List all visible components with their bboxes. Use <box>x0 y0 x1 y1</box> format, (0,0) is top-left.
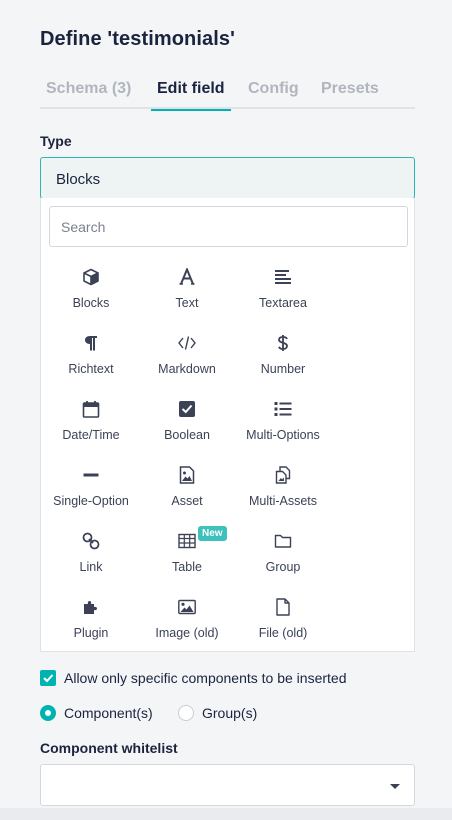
restrict-components-label: Allow only specific components to be ins… <box>64 670 347 686</box>
type-option-multi-assets[interactable]: Multi-Assets <box>235 466 331 518</box>
dollar-icon <box>278 335 288 351</box>
puzzle-icon <box>84 601 97 614</box>
radio-components-option[interactable]: Component(s) <box>40 703 153 723</box>
radio-groups-label: Group(s) <box>202 705 258 721</box>
type-option-image-old[interactable]: Image (old) <box>139 598 235 650</box>
code-icon <box>178 336 196 350</box>
tab-edit-field[interactable]: Edit field <box>151 80 231 111</box>
caret-down-icon <box>390 784 400 789</box>
search-input[interactable] <box>49 206 408 247</box>
type-dropdown: Blocks Text Textarea Richtext <box>40 198 415 652</box>
type-option-blocks[interactable]: Blocks <box>43 268 139 320</box>
type-label: Type <box>40 133 72 149</box>
minus-icon <box>83 473 99 477</box>
schema-panel: Define 'testimonials' Schema (3) Edit fi… <box>0 0 452 820</box>
type-select[interactable]: Blocks <box>40 157 415 199</box>
component-whitelist-select[interactable] <box>40 764 415 806</box>
radio-components[interactable] <box>40 705 56 721</box>
type-option-file-old[interactable]: File (old) <box>235 598 331 650</box>
list-icon <box>274 402 292 416</box>
type-option-label: Multi-Assets <box>248 494 318 508</box>
new-badge: New <box>198 526 227 541</box>
type-option-single-option[interactable]: Single-Option <box>43 466 139 518</box>
align-left-icon <box>275 270 291 284</box>
type-option-plugin[interactable]: Plugin <box>43 598 139 650</box>
restrict-components-checkbox[interactable] <box>40 670 56 686</box>
type-option-label: Number <box>260 362 306 376</box>
image-icon <box>178 599 196 615</box>
folder-icon <box>274 534 292 548</box>
type-select-value: Blocks <box>56 171 101 188</box>
tab-schema[interactable]: Schema (3) <box>46 80 131 109</box>
type-option-group[interactable]: Group <box>235 532 331 584</box>
type-option-boolean[interactable]: Boolean <box>139 400 235 452</box>
calendar-icon <box>82 401 100 418</box>
table-icon <box>178 533 196 549</box>
type-option-number[interactable]: Number <box>235 334 331 386</box>
type-option-datetime[interactable]: Date/Time <box>43 400 139 452</box>
type-option-label: Group <box>265 560 301 574</box>
page-title: Define 'testimonials' <box>40 28 235 50</box>
type-option-richtext[interactable]: Richtext <box>43 334 139 386</box>
tab-bar: Schema (3) Edit field Config Presets <box>40 78 415 111</box>
type-option-label: File (old) <box>258 626 308 640</box>
check-icon <box>43 674 54 683</box>
text-a-icon <box>179 268 195 285</box>
tab-presets[interactable]: Presets <box>321 80 379 109</box>
type-option-asset[interactable]: Asset <box>139 466 235 518</box>
component-whitelist-label: Component whitelist <box>40 740 178 756</box>
type-option-label: Multi-Options <box>246 428 320 442</box>
type-option-markdown[interactable]: Markdown <box>139 334 235 386</box>
paragraph-icon <box>85 336 97 351</box>
type-option-link[interactable]: Link <box>43 532 139 584</box>
type-option-table[interactable]: New Table <box>139 526 235 584</box>
type-option-label: Textarea <box>259 296 307 310</box>
bottom-divider <box>0 808 452 820</box>
radio-components-label: Component(s) <box>64 705 153 721</box>
multi-files-icon <box>275 466 291 484</box>
type-option-multi-options[interactable]: Multi-Options <box>235 400 331 452</box>
cube-icon <box>83 268 99 286</box>
checkbox-icon <box>179 401 195 417</box>
type-option-text[interactable]: Text <box>139 268 235 320</box>
image-file-icon <box>179 466 195 484</box>
radio-groups-option[interactable]: Group(s) <box>178 703 257 723</box>
link-icon <box>82 532 100 550</box>
radio-groups[interactable] <box>178 705 194 721</box>
restrict-components-option[interactable]: Allow only specific components to be ins… <box>40 668 346 688</box>
file-icon <box>276 598 290 616</box>
type-option-textarea[interactable]: Textarea <box>235 268 331 320</box>
tab-config[interactable]: Config <box>248 80 299 109</box>
